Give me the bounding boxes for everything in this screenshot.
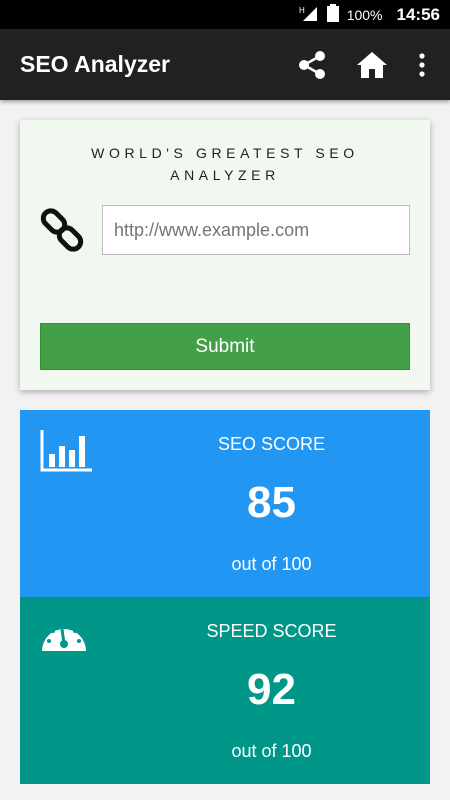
- speed-score-value: 92: [247, 665, 296, 714]
- link-icon: [40, 208, 84, 257]
- seo-score-label: SEO SCORE: [217, 434, 326, 454]
- seo-score-subtext: out of 100: [231, 554, 312, 574]
- speed-score-subtext: out of 100: [231, 741, 312, 761]
- signal-icon: H: [299, 5, 319, 24]
- app-bar: SEO Analyzer: [0, 29, 450, 100]
- more-vert-icon: [419, 52, 425, 77]
- speedometer-icon: [40, 617, 88, 658]
- app-title: SEO Analyzer: [20, 51, 170, 77]
- seo-score-panel: SEO SCORE 85 out of 100: [20, 410, 430, 597]
- url-input[interactable]: [102, 205, 410, 255]
- share-icon: [299, 50, 325, 79]
- clock: 14:56: [396, 4, 440, 24]
- home-icon: [357, 51, 387, 78]
- share-button[interactable]: [282, 35, 342, 95]
- speed-score-label: SPEED SCORE: [206, 621, 337, 641]
- analyzer-heading: WORLD'S GREATEST SEO ANALYZER: [91, 145, 359, 183]
- svg-text:H: H: [299, 6, 305, 15]
- submit-button[interactable]: Submit: [40, 323, 410, 370]
- seo-score-value: 85: [247, 478, 296, 527]
- battery-level: 100%: [346, 6, 383, 23]
- bar-chart-icon: [40, 430, 94, 477]
- status-bar: H 100% 14:56: [0, 0, 450, 29]
- speed-score-panel: SPEED SCORE 92 out of 100: [20, 597, 430, 784]
- home-button[interactable]: [342, 35, 402, 95]
- battery-icon: [326, 4, 339, 25]
- overflow-menu-button[interactable]: [402, 35, 442, 95]
- analyzer-card: WORLD'S GREATEST SEO ANALYZER Submit: [20, 120, 430, 390]
